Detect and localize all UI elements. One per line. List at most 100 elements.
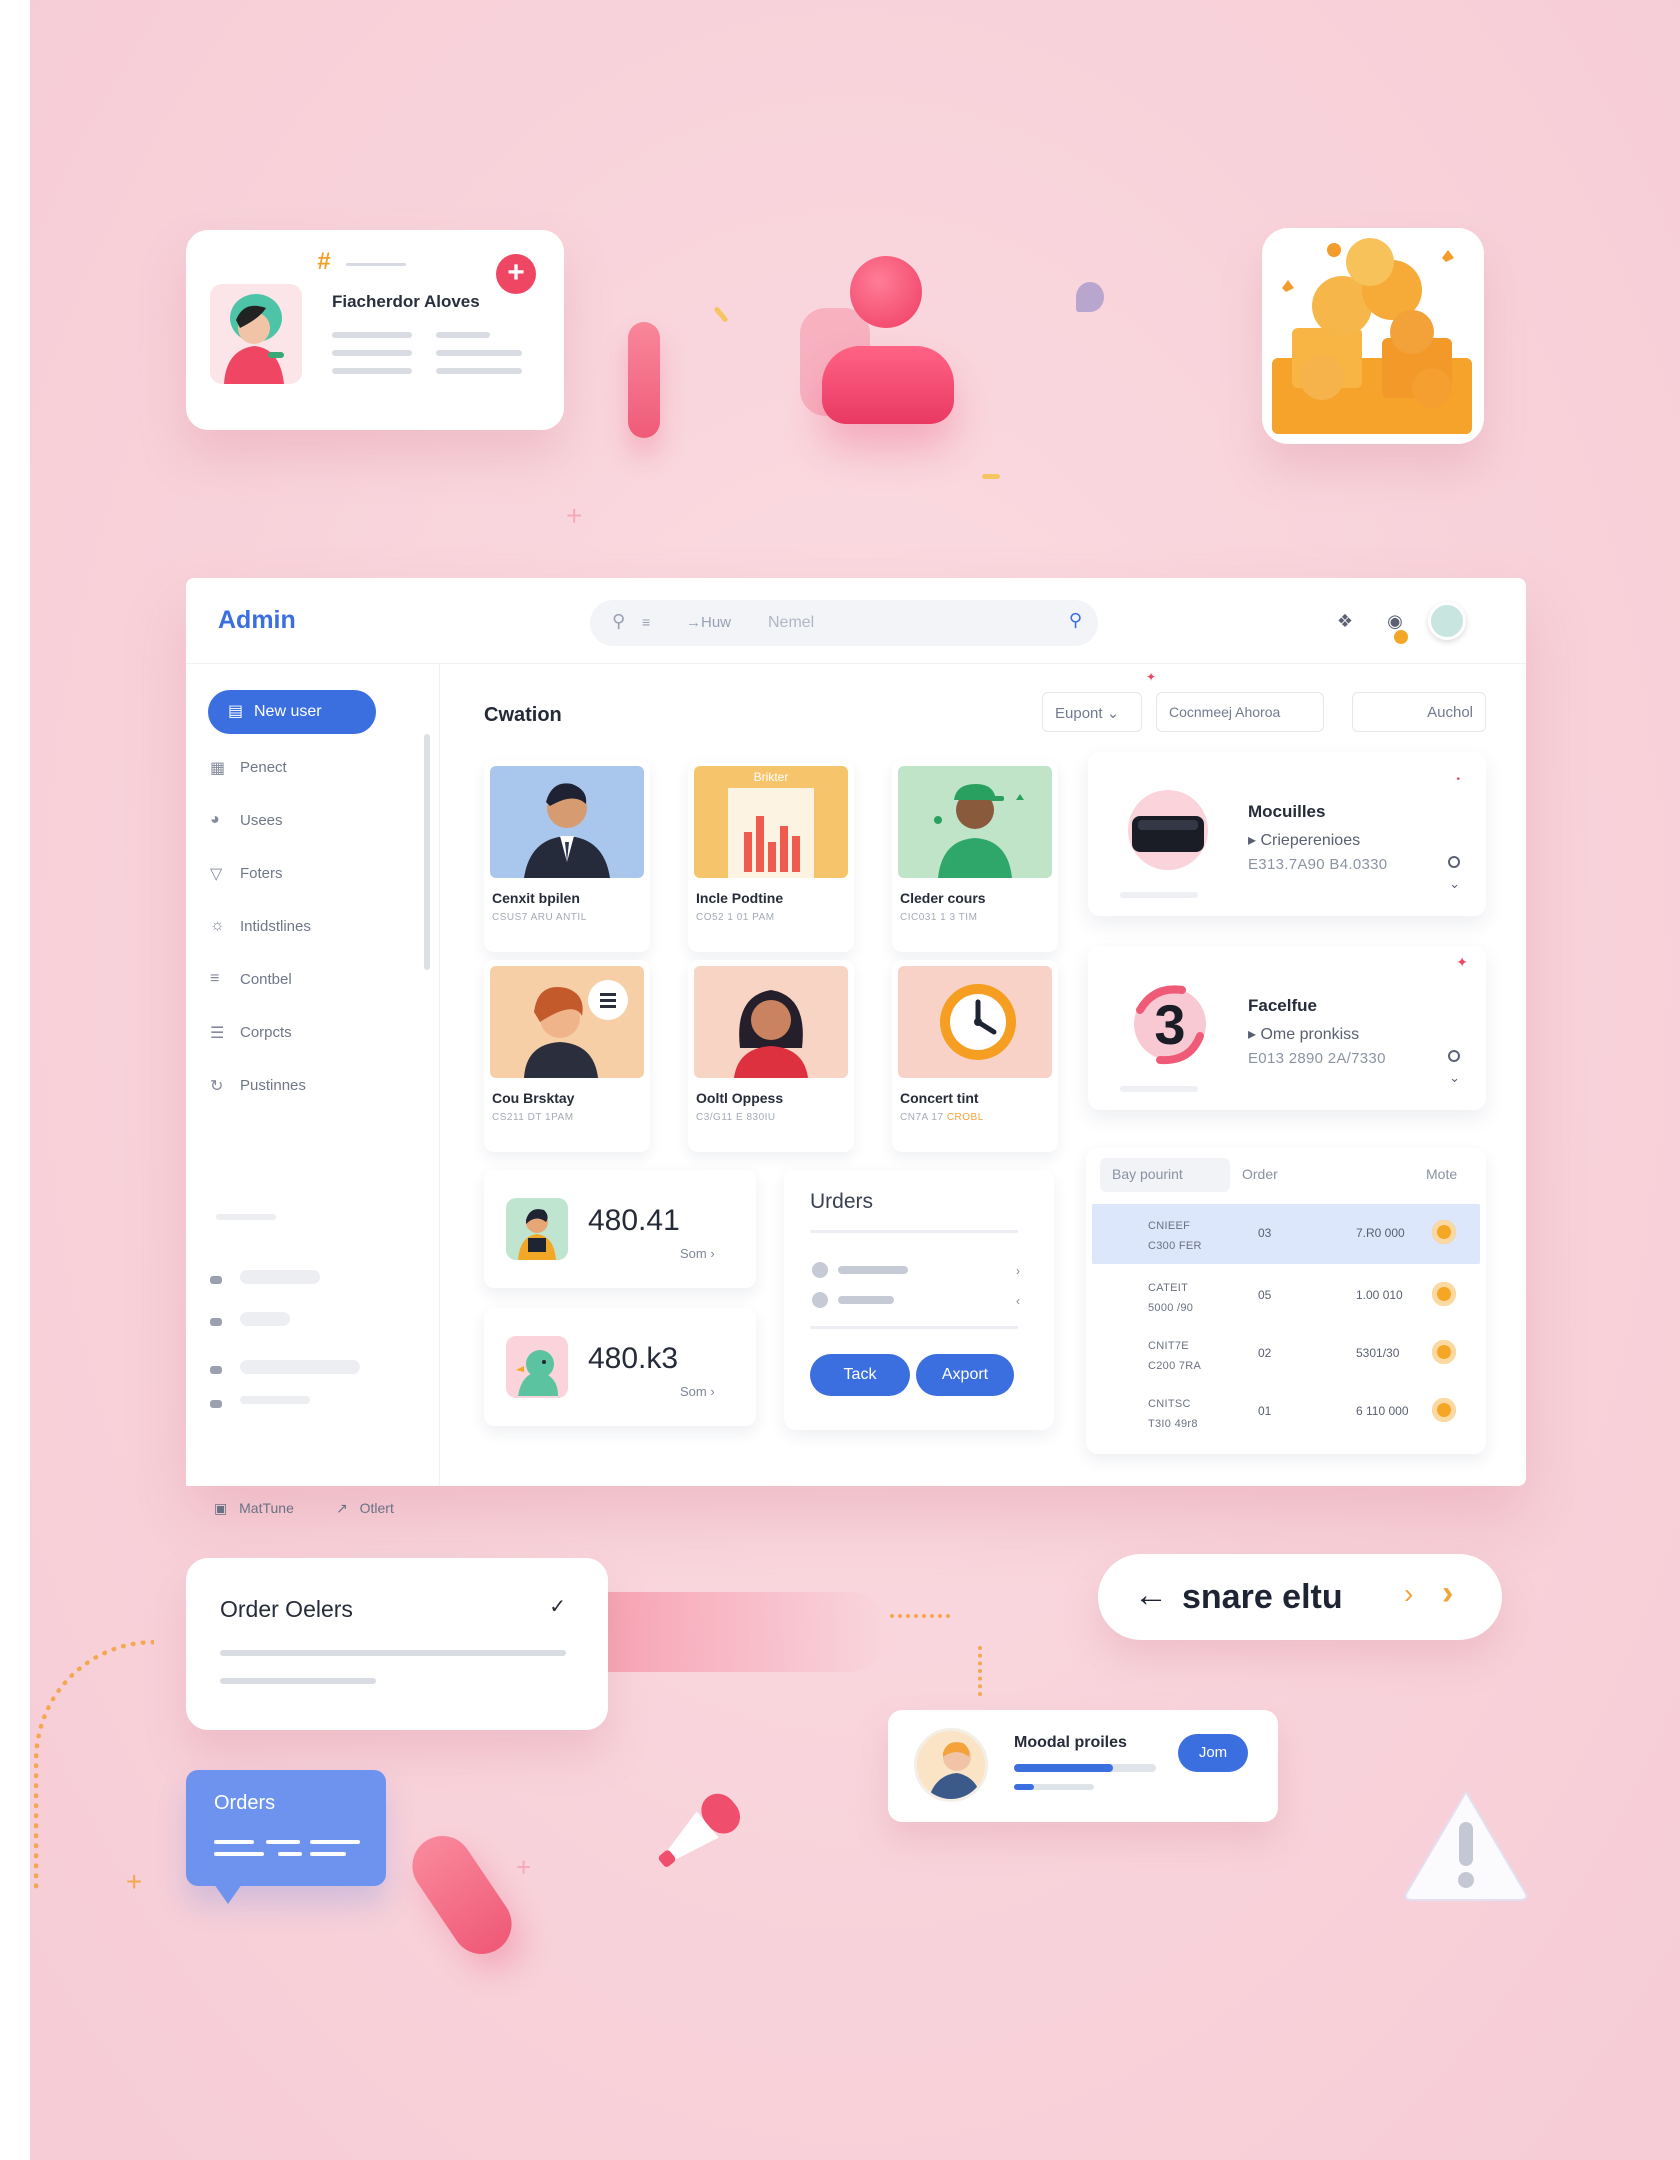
settings-icon[interactable] [1432, 1282, 1456, 1306]
table-cell: 03 [1258, 1226, 1272, 1240]
admin-window: Admin ⚲ ≡ →Huw Nemel ⚲ ❖ ◉ ▤ New user ▦ … [186, 578, 1526, 1516]
archive-button[interactable]: Auchol [1352, 692, 1486, 732]
help-icon[interactable]: ❖ [1332, 608, 1358, 634]
stat-avatar [506, 1198, 568, 1260]
divider [346, 263, 406, 266]
export-button[interactable]: Axport [916, 1354, 1014, 1396]
user-avatar[interactable] [1428, 602, 1466, 640]
compare-button[interactable]: Cocnmeej Ahoroa [1156, 692, 1324, 732]
tile-card[interactable]: Ooltl Oppess C3/G11 E 830IU [688, 960, 854, 1152]
text-placeholder [332, 368, 412, 374]
chevron-left-icon[interactable]: ‹ [1016, 1294, 1020, 1308]
chevron-down-icon[interactable]: ⌄ [1449, 1070, 1460, 1086]
sidebar-item-penect[interactable]: ▦ Penect [210, 754, 410, 782]
tile-card[interactable]: Brikter Incle Podtine CO52 1 01 PAM [688, 760, 854, 952]
list-icon: ≡ [210, 970, 220, 987]
blurred-icon [210, 1366, 222, 1374]
sidebar-item-corpcts[interactable]: ☰ Corpcts [210, 1019, 410, 1047]
chat-bubble-icon [1076, 282, 1104, 312]
tile-card[interactable]: Cleder cours CIC031 1 3 TIM [892, 760, 1058, 952]
card-numbers: E013 2890 2A/7330 [1248, 1050, 1386, 1067]
table-row[interactable]: CNIEEF C300 FER 03 7.R0 000 [1092, 1204, 1480, 1264]
column-header[interactable]: Bay pourint [1112, 1166, 1183, 1182]
settings-icon: ☼ [210, 917, 225, 934]
tile-subtitle: CIC031 1 3 TIM [900, 912, 978, 923]
sidebar-item-pustinnes[interactable]: ↻ Pustinnes [210, 1072, 410, 1100]
settings-icon[interactable] [1432, 1220, 1456, 1244]
text-line [310, 1852, 346, 1856]
table-cell: CNITSC T3I0 49r8 [1148, 1398, 1198, 1430]
sidebar-item-usees[interactable]: ◕ Usees [210, 807, 410, 835]
sidebar-item-contbel[interactable]: ≡ Contbel [210, 966, 410, 994]
lines-icon: ☰ [210, 1025, 225, 1042]
info-card[interactable]: 3 Facelfue ▸ Ome pronkiss E013 2890 2A/7… [1088, 946, 1486, 1110]
join-button[interactable]: Jom [1178, 1734, 1248, 1772]
tile-image [490, 966, 644, 1078]
text-line [278, 1852, 302, 1856]
orders-panel: Urders › ‹ Tack Axport [784, 1170, 1054, 1430]
table-cell: 05 [1258, 1288, 1272, 1302]
coins-illustration [1262, 228, 1484, 444]
profile-card[interactable]: # + Fiacherdor Aloves [186, 230, 564, 430]
sidebar-scrollbar[interactable] [424, 734, 430, 970]
search-input[interactable]: Nemel [768, 614, 814, 632]
sidebar-item-intidstlines[interactable]: ☼ Intidstlines [210, 913, 410, 941]
orders-chat-bubble[interactable]: Orders [186, 1770, 386, 1904]
chevron-right-icon[interactable]: › [1016, 1264, 1020, 1278]
tile-card[interactable]: Cenxit bpilen CSUS7 ARU ANTIL [484, 760, 650, 952]
model-profile-card[interactable]: Moodal proiles Jom [888, 1710, 1278, 1822]
search-bar[interactable]: ⚲ ≡ →Huw Nemel ⚲ [590, 600, 1098, 646]
tile-title: Cleder cours [900, 890, 986, 906]
brand-logo[interactable]: Admin [218, 606, 296, 635]
radio-button[interactable] [1448, 1050, 1460, 1062]
chevron-down-icon[interactable]: ⌄ [1449, 876, 1460, 892]
blurred-item [240, 1312, 290, 1326]
tile-card[interactable]: Cou Brsktay CS211 DT 1PAM [484, 960, 650, 1152]
column-header[interactable]: Order [1242, 1166, 1278, 1182]
footer-link-mattune[interactable]: ▣ MatTune [214, 1500, 294, 1517]
footer-link-otlert[interactable]: ↗ Otlert [336, 1500, 394, 1517]
chevron-right-icon[interactable]: › [1404, 1578, 1413, 1610]
search-submit-icon[interactable]: ⚲ [1069, 610, 1082, 631]
info-card[interactable]: Mocuilles ▸ Crieperenioes E313.7A90 B4.0… [1088, 752, 1486, 916]
number-three-icon: 3 [1134, 985, 1206, 1065]
chevron-right-icon[interactable]: › [1442, 1574, 1453, 1613]
warning-triangle [1404, 1790, 1528, 1901]
headset-icon [1132, 816, 1204, 852]
person-icon [518, 1209, 556, 1260]
add-button[interactable]: + [496, 254, 536, 294]
tile-card[interactable]: Concert tint CN7A 17 CROBL [892, 960, 1058, 1152]
text-placeholder [332, 350, 412, 356]
export-dropdown[interactable]: Eupont ⌄ [1042, 692, 1142, 732]
divider [810, 1326, 1018, 1329]
stat-link[interactable]: Som › [680, 1246, 715, 1261]
text-placeholder [220, 1650, 566, 1656]
card-subtitle: ▸ Crieperenioes [1248, 832, 1361, 849]
table-row[interactable]: CNIT7E C200 7RA 02 5301/30 [1092, 1324, 1480, 1384]
blurred-icon [210, 1276, 222, 1284]
users-icon: ◕ [210, 811, 220, 828]
stat-link[interactable]: Som › [680, 1384, 715, 1399]
stat-value: 480.41 [588, 1204, 680, 1237]
track-button[interactable]: Tack [810, 1354, 910, 1396]
user-3d-icon-body [822, 346, 954, 424]
table-cell: 7.R0 000 [1356, 1226, 1405, 1240]
orders-bubble-title: Orders [214, 1792, 276, 1814]
order-card[interactable]: Order Oelers ✓ [186, 1558, 608, 1730]
new-user-button[interactable]: ▤ New user [208, 690, 376, 734]
arrow-left-icon[interactable]: ← [1134, 1576, 1168, 1615]
settings-icon[interactable] [1432, 1340, 1456, 1364]
sidebar-item-foters[interactable]: ▽ Foters [210, 860, 410, 888]
stat-card[interactable]: 480.k3 Som › [484, 1308, 756, 1426]
tile-subtitle: CSUS7 ARU ANTIL [492, 912, 587, 923]
column-header[interactable]: Mote [1426, 1166, 1457, 1182]
radio-button[interactable] [1448, 856, 1460, 868]
settings-icon[interactable] [1432, 1398, 1456, 1422]
plus-decoration: + [566, 500, 583, 531]
stat-card[interactable]: 480.41 Som › [484, 1170, 756, 1288]
table-row[interactable]: CATEIT 5000 /90 05 1.00 010 [1092, 1266, 1480, 1326]
number-three-icon-bg: 3 [1124, 980, 1216, 1066]
table-row[interactable]: CNITSC T3I0 49r8 01 6 110 000 [1092, 1382, 1480, 1442]
text-placeholder [332, 332, 412, 338]
checkmark-icon[interactable]: ✓ [549, 1594, 566, 1619]
